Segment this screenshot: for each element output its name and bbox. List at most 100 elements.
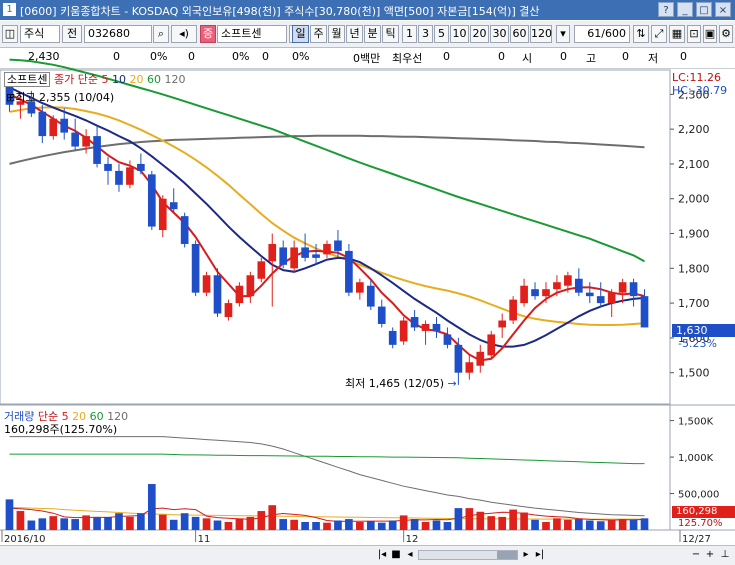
volume-bar — [596, 521, 605, 530]
volume-bar — [147, 484, 156, 530]
scroll-track[interactable] — [418, 550, 518, 560]
next-icon[interactable]: ▸ — [520, 548, 532, 562]
price-tick-label: 1,700 — [678, 297, 710, 310]
volume-bar — [574, 519, 583, 530]
price-tick-label: 2,100 — [678, 158, 710, 171]
volume-bar — [454, 508, 463, 530]
candle-body — [465, 362, 474, 373]
volume-bar — [60, 518, 69, 530]
low-annotation: 최저 1,465 (12/05) → — [345, 377, 457, 390]
ma120-label: 120 — [164, 73, 186, 86]
reset-zoom-icon[interactable]: ⊥ — [718, 548, 732, 562]
volume-bar — [301, 521, 309, 530]
time-tick-label: 2016/10 — [4, 534, 46, 545]
candle-body — [345, 250, 353, 293]
candle-body — [531, 289, 539, 297]
volume-bar — [640, 518, 649, 530]
candle-body — [301, 247, 309, 258]
candle-body — [443, 334, 452, 345]
scroll-thumb[interactable] — [497, 551, 517, 559]
volume-bar — [126, 516, 134, 530]
volume-bar — [399, 515, 408, 530]
candle-body — [607, 292, 616, 304]
candle-body — [509, 299, 517, 321]
candle-body — [520, 285, 528, 304]
candle-body — [640, 296, 649, 328]
volume-bar — [224, 521, 233, 530]
candle-body — [126, 167, 134, 185]
volume-bar — [16, 511, 25, 530]
time-tick-label: 12/27 — [682, 534, 711, 545]
volume-bar — [553, 518, 561, 530]
candle-body — [334, 240, 342, 251]
price-tick-label: 1,500 — [678, 367, 710, 380]
high-annotation: ⊞최고 2,355 (10/04) — [6, 91, 115, 104]
volume-tick-label: 1,500K — [678, 417, 714, 428]
price-panel-frame — [0, 69, 671, 405]
candle-body — [191, 243, 200, 293]
volume-bar — [366, 521, 375, 530]
volume-bar — [5, 499, 14, 530]
price-tick-label: 2,000 — [678, 193, 710, 206]
candle-body — [213, 275, 222, 314]
volume-bar — [377, 522, 386, 530]
volume-bar — [137, 513, 145, 530]
price-tick-label: 2,200 — [678, 123, 710, 136]
volume-bar — [421, 521, 430, 530]
volume-bar — [531, 519, 539, 530]
volume-bar — [49, 516, 58, 530]
volume-bar — [618, 519, 627, 530]
price-legend-ma: 종가 단순 — [53, 73, 98, 86]
zoom-out-icon[interactable]: − — [690, 548, 702, 562]
volume-bar — [607, 519, 616, 530]
first-icon[interactable]: |◂ — [376, 548, 388, 562]
candle-body — [279, 247, 288, 265]
candle-body — [399, 320, 408, 342]
change-pct-label: -5.23% — [678, 337, 717, 350]
volume-bar — [323, 522, 331, 530]
candle-body — [224, 303, 233, 318]
price-legend-name[interactable]: 소프트센 — [4, 72, 51, 87]
zoom-in-icon[interactable]: + — [704, 548, 716, 562]
candle-body — [618, 282, 627, 293]
candle-body — [115, 170, 123, 185]
volume-ma120-line — [9, 436, 645, 517]
candle-body — [60, 118, 69, 133]
volume-value-label: 160,298주(125.70%) — [4, 423, 118, 436]
candle-body — [104, 163, 112, 171]
last-icon[interactable]: ▸| — [534, 548, 546, 562]
volume-bar — [443, 521, 452, 530]
volume-bar — [257, 511, 266, 530]
candle-body — [476, 351, 485, 366]
volume-bar — [104, 516, 112, 530]
ma5-label: 5 — [101, 73, 109, 86]
prev-icon[interactable]: ◂ — [404, 548, 416, 562]
chart-scrollbar[interactable]: |◂ ■ ◂ ▸ ▸| − + ⊥ — [0, 545, 735, 565]
low-arrow-icon: → — [444, 377, 457, 390]
volume-bar — [542, 521, 550, 530]
volume-bar — [629, 519, 638, 530]
volume-tick-label: 1,000K — [678, 453, 714, 464]
candle-body — [388, 330, 397, 345]
candle-body — [137, 163, 145, 171]
candle-body — [82, 136, 90, 147]
price-tick-label: 1,900 — [678, 228, 710, 241]
volume-bar — [82, 515, 90, 530]
volume-bar — [498, 516, 507, 530]
volume-bar — [202, 518, 211, 530]
candle-body — [312, 254, 320, 258]
candle-body — [596, 296, 605, 304]
volume-bar — [115, 513, 123, 530]
candle-body — [553, 282, 561, 290]
candle-body — [147, 174, 156, 227]
volume-bar — [158, 514, 167, 530]
volume-ma60-line — [9, 453, 645, 465]
volume-bar — [93, 517, 101, 530]
volume-bar — [432, 520, 441, 530]
stop-icon[interactable]: ■ — [390, 548, 402, 562]
time-tick-label: 11 — [198, 534, 211, 545]
volume-bar — [465, 508, 474, 530]
candle-body — [323, 243, 331, 255]
candle-body — [377, 306, 386, 324]
candle-body — [564, 275, 572, 286]
